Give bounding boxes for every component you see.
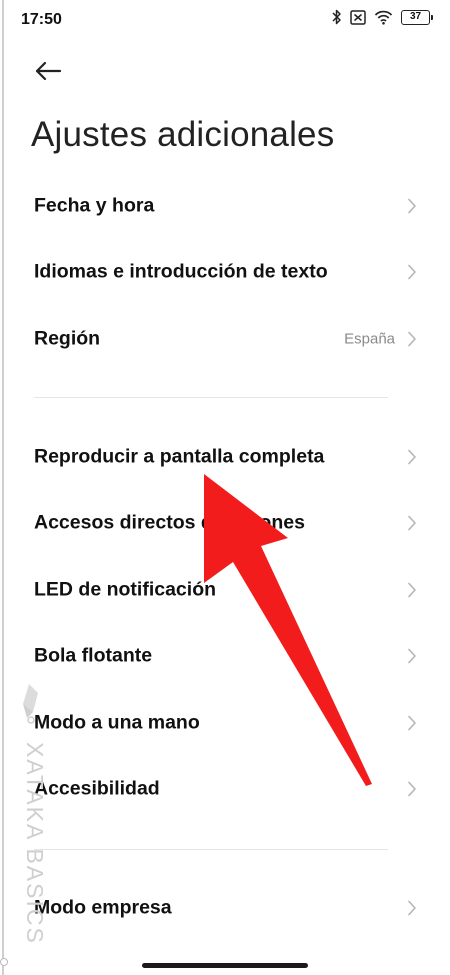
settings-item-label: Accesos directos de botones [34, 511, 305, 534]
settings-item-led-de-notificacion[interactable]: LED de notificación [0, 557, 450, 623]
section-divider [34, 397, 388, 398]
status-bar: 17:50 37 [0, 0, 450, 40]
home-indicator[interactable] [142, 963, 308, 968]
settings-item-label: Modo empresa [34, 896, 172, 919]
chevron-right-icon [407, 264, 417, 280]
bluetooth-icon [332, 9, 342, 25]
settings-item-label: Idiomas e introducción de texto [34, 260, 328, 283]
status-time: 17:50 [21, 11, 62, 28]
status-icons: 37 [332, 9, 433, 25]
settings-item-reproducir-a-pantalla-completa[interactable]: Reproducir a pantalla completa [0, 424, 450, 490]
settings-item-bola-flotante[interactable]: Bola flotante [0, 623, 450, 689]
chevron-right-icon [407, 900, 417, 916]
chevron-right-icon [407, 781, 417, 797]
settings-item-value: España [344, 330, 395, 348]
chevron-right-icon [407, 198, 417, 214]
chevron-right-icon [407, 715, 417, 731]
wifi-icon [374, 10, 393, 25]
chevron-right-icon [407, 515, 417, 531]
chevron-right-icon [407, 331, 417, 347]
battery-icon: 37 [401, 9, 433, 25]
settings-item-modo-empresa[interactable]: Modo empresa [0, 875, 450, 941]
settings-item-label: Accesibilidad [34, 777, 160, 800]
chevron-right-icon [407, 648, 417, 664]
settings-item-fecha-y-hora[interactable]: Fecha y hora [0, 173, 450, 239]
watermark-text: XATAKA BASICS [22, 742, 48, 945]
settings-item-accesibilidad[interactable]: Accesibilidad [0, 756, 450, 822]
arrow-left-icon [34, 61, 62, 86]
back-button[interactable] [30, 58, 66, 88]
settings-item-accesos-directos-de-botones[interactable]: Accesos directos de botones [0, 490, 450, 556]
settings-item-label: Región [34, 327, 101, 350]
settings-item-label: Fecha y hora [34, 194, 155, 217]
page-title: Ajustes adicionales [31, 115, 335, 154]
chevron-right-icon [407, 449, 417, 465]
chevron-right-icon [407, 582, 417, 598]
settings-item-label: Modo a una mano [34, 711, 200, 734]
settings-item-idiomas-e-introduccion-de-texto[interactable]: Idiomas e introducción de texto [0, 239, 450, 305]
settings-item-label: Bola flotante [34, 644, 153, 667]
sim-off-icon [350, 9, 366, 25]
settings-item-region[interactable]: Región España [0, 306, 450, 372]
settings-item-label: Reproducir a pantalla completa [34, 445, 325, 468]
settings-item-label: LED de notificación [34, 578, 217, 601]
section-divider [34, 849, 388, 850]
edge-dot [0, 958, 8, 966]
settings-item-modo-a-una-mano[interactable]: Modo a una mano [0, 690, 450, 756]
